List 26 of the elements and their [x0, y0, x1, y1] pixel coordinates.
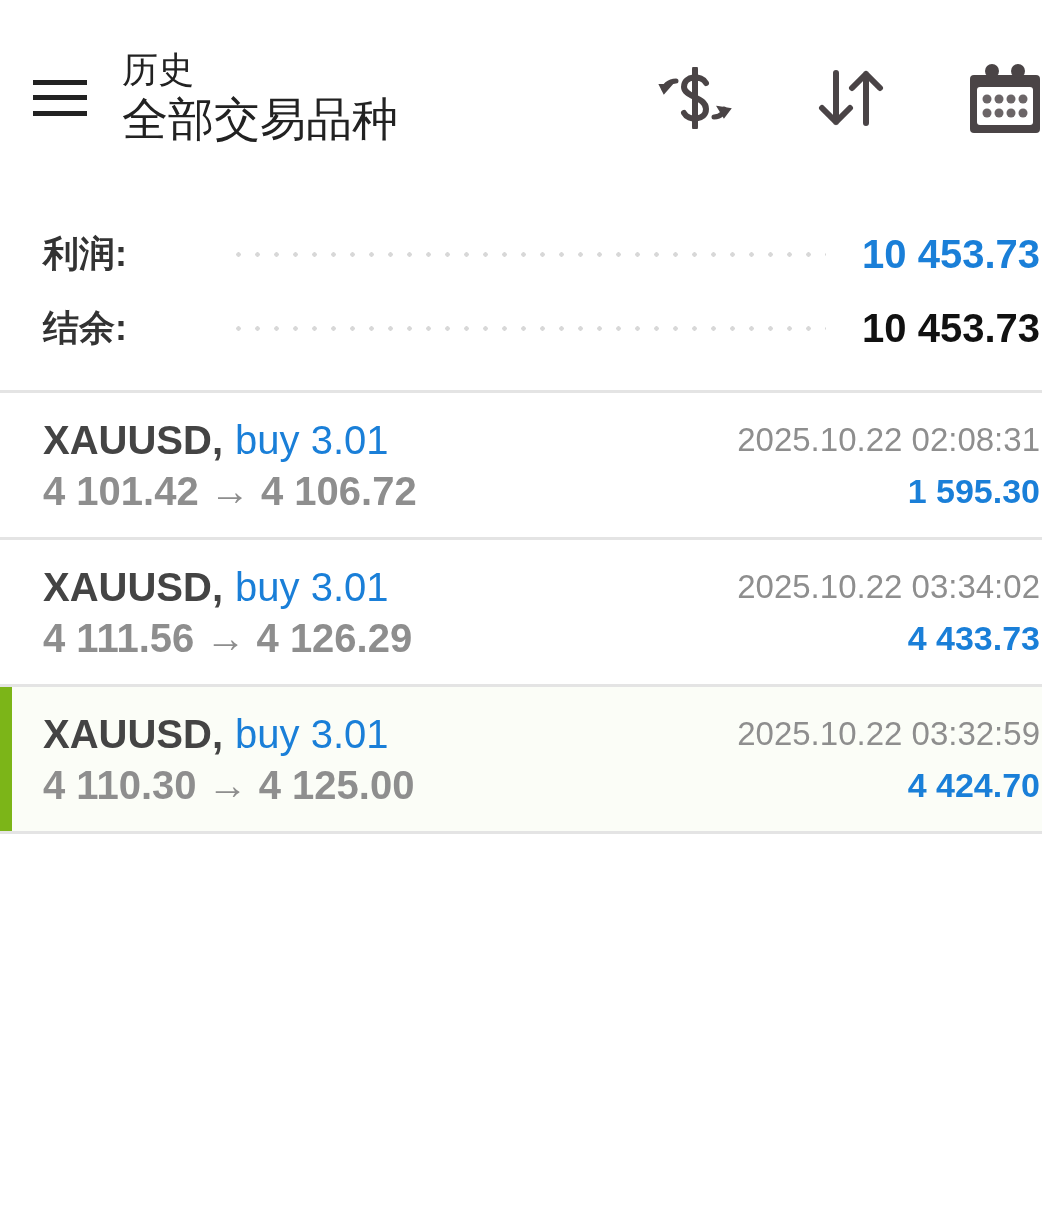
deal-time: 2025.10.22 03:32:59: [737, 714, 1040, 754]
menu-icon[interactable]: [33, 79, 87, 116]
summary-value: 10 453.73: [862, 305, 1040, 352]
price-range: 4 110.30 → 4 125.00: [43, 762, 415, 809]
order-type: buy 3.01: [235, 564, 389, 611]
deal-profit: 4 424.70: [907, 765, 1040, 806]
currency-exchange-icon[interactable]: [658, 66, 732, 129]
price-range: 4 101.42 → 4 106.72: [43, 468, 417, 515]
symbol-name: XAUUSD,: [43, 564, 224, 611]
calendar-icon[interactable]: [970, 62, 1040, 133]
deal-row[interactable]: XAUUSD, buy 3.01 4 110.30 → 4 125.00 2025.10.22 03:32:59 4 424.70: [0, 687, 1042, 834]
sort-icon[interactable]: [818, 69, 884, 126]
deal-time: 2025.10.22 03:34:02: [737, 567, 1040, 607]
deal-time: 2025.10.22 02:08:31: [737, 420, 1040, 460]
summary-label: 结余:: [43, 306, 128, 350]
order-type: buy 3.01: [235, 711, 389, 758]
screen-title: 历史: [122, 48, 195, 91]
summary-label: 利润:: [43, 232, 128, 276]
summary-value: 10 453.73: [862, 231, 1040, 278]
deal-profit: 4 433.73: [907, 618, 1040, 659]
deal-profit: 1 595.30: [907, 471, 1040, 512]
symbol-name: XAUUSD,: [43, 711, 224, 758]
price-range: 4 111.56 → 4 126.29: [43, 615, 413, 662]
symbol-name: XAUUSD,: [43, 417, 224, 464]
order-type: buy 3.01: [235, 417, 389, 464]
screen-subtitle: 全部交易品种: [122, 91, 398, 147]
